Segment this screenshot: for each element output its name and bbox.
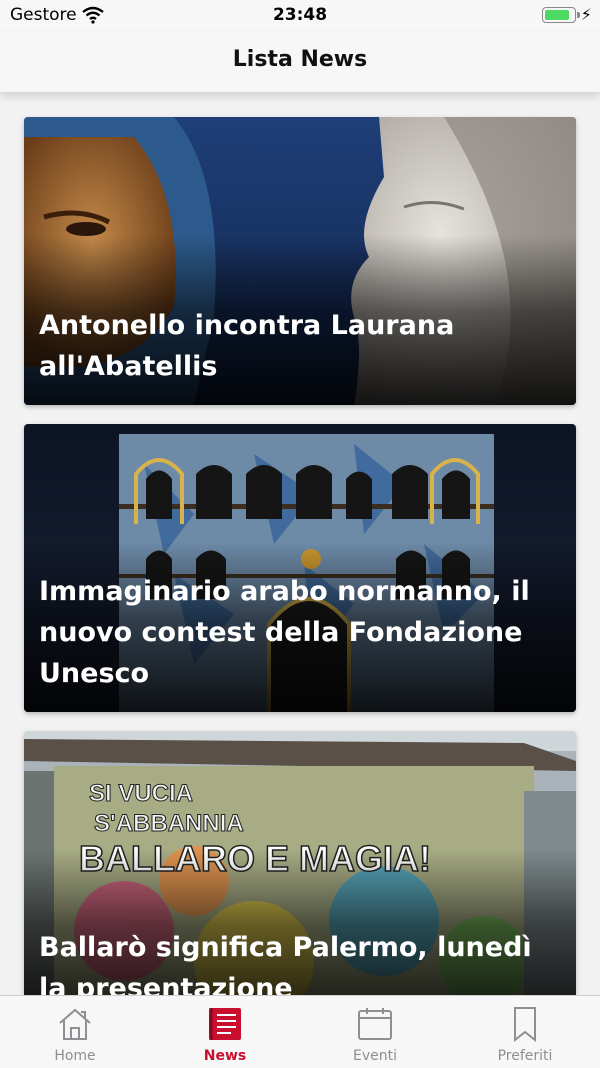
- status-bar: Gestore 23:48 ⚡: [0, 0, 600, 32]
- charging-icon: ⚡: [580, 5, 592, 24]
- status-time: 23:48: [272, 5, 328, 25]
- news-card[interactable]: Antonello incontra Laurana all'Abatellis: [24, 117, 576, 405]
- house-icon: [59, 1008, 91, 1040]
- battery-icon: [542, 7, 580, 23]
- page-title: Lista News: [232, 47, 368, 72]
- graffiti-line-2: S'ABBANNIA: [94, 810, 244, 837]
- calendar-icon: [358, 1008, 392, 1040]
- tab-label: Eventi: [353, 1048, 397, 1064]
- tab-label: Home: [54, 1048, 96, 1064]
- news-card[interactable]: SI VUCIA S'ABBANNIA BALLARO E MAGIA! Bal…: [24, 731, 576, 1019]
- news-title: Antonello incontra Laurana all'Abatellis: [39, 310, 455, 382]
- tab-label: Preferiti: [497, 1048, 553, 1064]
- bookmark-icon: [514, 1007, 536, 1042]
- news-title: Immaginario arabo normanno, il nuovo con…: [39, 576, 530, 689]
- tab-news[interactable]: News: [150, 996, 300, 1068]
- tab-eventi[interactable]: Eventi: [300, 996, 450, 1068]
- navigation-bar: Lista News: [0, 32, 600, 93]
- news-card[interactable]: Immaginario arabo normanno, il nuovo con…: [24, 424, 576, 712]
- news-icon: [209, 1008, 241, 1040]
- tab-label: News: [203, 1048, 247, 1064]
- tab-home[interactable]: Home: [0, 996, 150, 1068]
- tab-preferiti[interactable]: Preferiti: [450, 996, 600, 1068]
- tab-bar: Home News Eventi Preferiti: [0, 995, 600, 1068]
- graffiti-line-1: SI VUCIA: [89, 780, 193, 807]
